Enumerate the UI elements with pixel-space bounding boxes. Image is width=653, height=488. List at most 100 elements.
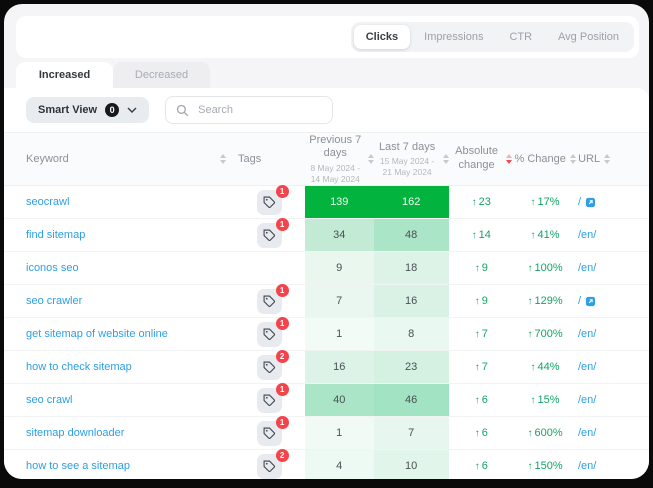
table-row: how to see a sitemap 2 4 10 ↑6 ↑150% /en… [4,450,649,479]
url-cell: /en/ [576,417,649,449]
url-link[interactable]: /en/ [578,229,596,241]
previous-7-days-value-cell: 40 [305,384,374,416]
url-link[interactable]: /en/ [578,394,596,406]
keyword-cell: seo crawler [4,285,234,317]
tag-count-badge: 2 [276,350,289,363]
url-link[interactable]: /en/ [578,361,596,373]
last-7-days-label: Last 7 days [379,141,435,155]
sort-icon-pct-change[interactable] [570,154,576,164]
keyword-link[interactable]: seocrawl [26,196,69,208]
tab-decreased[interactable]: Decreased [113,62,210,88]
keyword-link[interactable]: how to see a sitemap [26,460,130,472]
pct-change-cell: ↑129% [514,285,576,317]
previous-7-days-value-cell: 34 [305,219,374,251]
column-header-pct-change[interactable]: % Change [514,153,576,165]
up-arrow-icon: ↑ [475,329,480,340]
last-7-days-range: 15 May 2024 - 21 May 2024 [374,156,440,177]
up-arrow-icon: ↑ [475,362,480,373]
pct-change-cell: ↑600% [514,417,576,449]
sort-icon-url[interactable] [604,154,610,164]
metric-tab-ctr[interactable]: CTR [497,25,544,49]
absolute-change-value: 23 [479,196,491,208]
smart-view-dropdown[interactable]: Smart View 0 [26,97,149,123]
absolute-change-value: 9 [482,295,488,307]
metric-toolbar: Clicks Impressions CTR Avg Position [16,16,639,58]
keyword-cell: get sitemap of website online [4,318,234,350]
url-link[interactable]: / [578,196,581,208]
table-row: iconos seo 9 18 ↑9 ↑100% /en/ [4,252,649,285]
tag-icon [263,196,276,209]
up-arrow-icon: ↑ [527,428,532,439]
previous-7-days-range: 8 May 2024 - 14 May 2024 [305,163,365,184]
tab-increased[interactable]: Increased [16,62,113,88]
url-link[interactable]: /en/ [578,262,596,274]
keyword-link[interactable]: how to check sitemap [26,361,132,373]
tag-button[interactable]: 1 [257,388,282,413]
sort-icon-keyword[interactable] [220,154,226,164]
tag-button[interactable]: 1 [257,223,282,248]
tag-button[interactable]: 2 [257,355,282,380]
keyword-cell: seo crawl [4,384,234,416]
absolute-change-cell: ↑7 [449,318,515,350]
url-link[interactable]: /en/ [578,328,596,340]
tag-button[interactable]: 1 [257,289,282,314]
keyword-link[interactable]: find sitemap [26,229,85,241]
tag-button[interactable]: 1 [257,322,282,347]
keyword-link[interactable]: sitemap downloader [26,427,124,439]
up-arrow-icon: ↑ [475,461,480,472]
metric-segmented-control: Clicks Impressions CTR Avg Position [351,22,634,52]
tag-count-badge: 2 [276,449,289,462]
url-cell: /en/ [576,318,649,350]
pct-change-value: 700% [534,328,562,340]
up-arrow-icon: ↑ [475,395,480,406]
absolute-change-value: 6 [482,394,488,406]
absolute-change-cell: ↑9 [449,252,515,284]
column-header-absolute-change[interactable]: Absolute change [449,145,514,173]
chevron-down-icon [127,107,137,113]
url-link[interactable]: /en/ [578,427,596,439]
keyword-link[interactable]: seo crawl [26,394,72,406]
search-icon [176,104,189,117]
last-7-days-value-cell: 23 [374,351,449,383]
tag-button[interactable]: 1 [257,190,282,215]
keyword-link[interactable]: get sitemap of website online [26,328,168,340]
absolute-change-cell: ↑6 [449,384,515,416]
tag-icon [263,361,276,374]
column-header-last-7-days[interactable]: Last 7 days 15 May 2024 - 21 May 2024 [374,141,449,178]
metric-tab-impressions[interactable]: Impressions [412,25,495,49]
url-link[interactable]: /en/ [578,460,596,472]
table-row: seo crawl 1 40 46 ↑6 ↑15% /en/ [4,384,649,417]
absolute-change-value: 9 [482,262,488,274]
tag-button[interactable]: 2 [257,454,282,479]
sort-icon-absolute-change[interactable] [506,154,512,164]
url-cell: /en/ [576,450,649,479]
metric-tab-avg-position[interactable]: Avg Position [546,25,631,49]
pct-change-cell: ↑700% [514,318,576,350]
column-header-previous-7-days[interactable]: Previous 7 days 8 May 2024 - 14 May 2024 [305,134,374,185]
up-arrow-icon: ↑ [527,329,532,340]
search-input[interactable] [196,103,322,117]
up-arrow-icon: ↑ [472,230,477,241]
external-link-icon[interactable] [585,296,596,307]
keyword-cell: seocrawl [4,186,234,218]
url-header-label: URL [578,153,600,165]
tags-cell: 1 [234,186,305,218]
column-header-keyword[interactable]: Keyword [4,153,234,165]
keyword-link[interactable]: seo crawler [26,295,82,307]
previous-7-days-label: Previous 7 days [305,134,365,162]
metric-tab-clicks[interactable]: Clicks [354,25,410,49]
table-body: seocrawl 1 139 162 ↑23 ↑17% / [4,186,649,479]
external-link-icon[interactable] [585,197,596,208]
tags-header-label: Tags [238,153,261,165]
url-link[interactable]: / [578,295,581,307]
tag-button[interactable]: 1 [257,421,282,446]
column-header-url[interactable]: URL [576,153,649,165]
keyword-link[interactable]: iconos seo [26,262,79,274]
previous-7-days-value-cell: 139 [305,186,374,218]
search-box[interactable] [165,96,333,124]
up-arrow-icon: ↑ [527,296,532,307]
last-7-days-value-cell: 48 [374,219,449,251]
tag-icon [263,229,276,242]
absolute-change-value: 6 [482,460,488,472]
pct-change-value: 129% [534,295,562,307]
